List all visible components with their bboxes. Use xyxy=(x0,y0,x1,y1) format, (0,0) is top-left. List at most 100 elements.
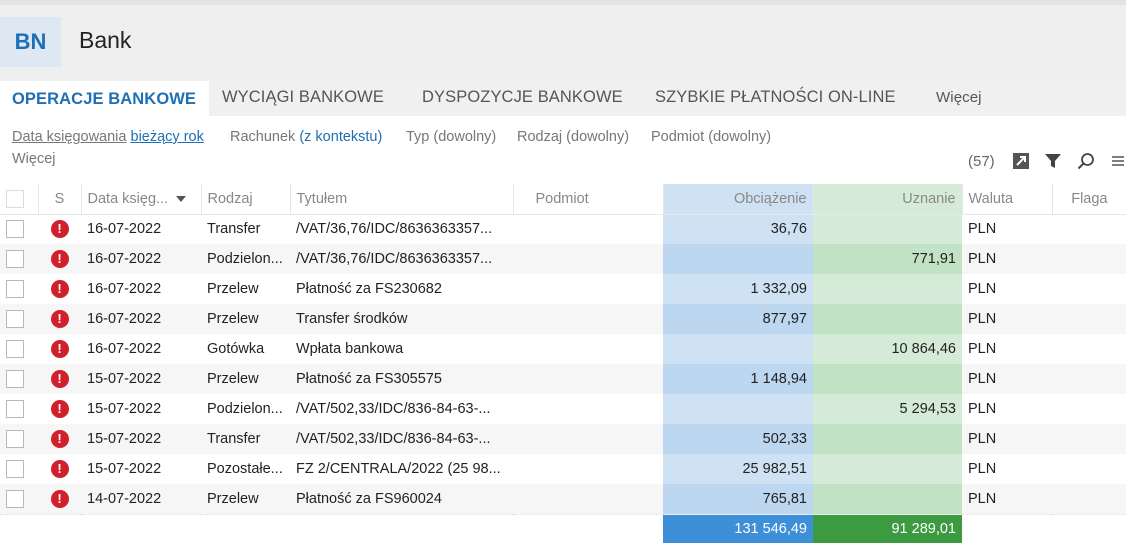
cell-checkbox[interactable] xyxy=(0,454,38,484)
cell-title: /VAT/502,33/IDC/836-84-63-... xyxy=(290,424,513,454)
cell-status: ! xyxy=(38,424,81,454)
search-icon[interactable] xyxy=(1076,151,1096,171)
cell-debit: 36,76 xyxy=(663,214,813,244)
tab-wyciagi-bankowe[interactable]: WYCIĄGI BANKOWE xyxy=(222,79,384,116)
table-row[interactable]: ! 16-07-2022 Gotówka Wpłata bankowa 10 864,4… xyxy=(0,334,1126,364)
cell-currency: PLN xyxy=(968,221,997,238)
row-checkbox[interactable] xyxy=(6,310,24,328)
row-checkbox[interactable] xyxy=(6,220,24,239)
cell-checkbox[interactable] xyxy=(0,274,38,304)
cell-checkbox[interactable] xyxy=(0,394,38,424)
cell-checkbox[interactable] xyxy=(0,214,38,244)
cell-date: 16-07-2022 xyxy=(87,221,162,238)
column-title[interactable]: Tytułem xyxy=(290,184,514,215)
cell-date: 14-07-2022 xyxy=(81,484,201,514)
filter-kind-value[interactable]: (dowolny) xyxy=(566,129,629,145)
menu-icon[interactable] xyxy=(1108,151,1126,171)
row-checkbox[interactable] xyxy=(6,460,24,478)
table-row[interactable]: ! 15-07-2022 Transfer/VAT/502,33/IDC/836-8… xyxy=(0,424,1126,454)
column-credit[interactable]: Uznanie xyxy=(813,184,963,215)
column-currency[interactable]: Waluta xyxy=(962,184,1053,215)
totals-row: 131 546,49 91 289,01 xyxy=(0,513,1126,543)
filter-kind[interactable]: Rodzaj (dowolny) xyxy=(517,129,629,145)
cell-currency: PLN xyxy=(968,401,997,417)
cell-checkbox[interactable] xyxy=(0,424,38,454)
table-row[interactable]: ! 16-07-2022 Podzielon.../VAT/36,76/IDC/86… xyxy=(0,244,1126,274)
row-checkbox[interactable] xyxy=(6,489,24,508)
tab-szybkie-platnosci[interactable]: SZYBKIE PŁATNOŚCI ON-LINE xyxy=(655,79,896,116)
cell-debit: 1 332,09 xyxy=(663,274,813,304)
cell-flag xyxy=(1052,304,1126,334)
filter-date-label: Data księgowania xyxy=(12,129,127,145)
table-row[interactable]: ! 16-07-2022 Przelew Płatność za FS230682 1 … xyxy=(0,274,1126,304)
tab-operacje-bankowe[interactable]: OPERACJE BANKOWE xyxy=(0,79,209,116)
tab-bar: OPERACJE BANKOWE WYCIĄGI BANKOWE DYSPOZY… xyxy=(0,79,1126,116)
export-icon[interactable] xyxy=(1011,151,1031,171)
cell-flag xyxy=(1052,364,1126,394)
filter-type-value[interactable]: (dowolny) xyxy=(433,129,496,145)
cell-title: /VAT/502,33/IDC/836-84-63-... xyxy=(296,401,491,417)
table-row[interactable]: ! 15-07-2022 Pozostałe... FZ 2/CENTRALA/202… xyxy=(0,454,1126,484)
column-flag[interactable]: Flaga xyxy=(1052,184,1126,215)
cell-flag xyxy=(1052,334,1126,364)
row-checkbox[interactable] xyxy=(6,280,24,298)
column-status[interactable]: S xyxy=(38,184,82,215)
column-debit[interactable]: Obciążenie xyxy=(663,184,814,215)
cell-flag xyxy=(1052,214,1126,244)
table-row[interactable]: ! 15-07-2022 Podzielon... /VAT/502,33/IDC/8… xyxy=(0,394,1126,424)
more-filters-link[interactable]: Więcej xyxy=(12,151,56,167)
app-badge[interactable]: BN xyxy=(0,17,61,67)
filter-account[interactable]: Rachunek (z kontekstu) xyxy=(230,129,382,145)
table-header: S Data księg... Rodzaj Tytułem Podmiot O… xyxy=(0,184,1126,215)
cell-date: 15-07-2022 xyxy=(87,401,162,417)
cell-flag xyxy=(1052,244,1126,274)
filter-date-value[interactable]: bieżący rok xyxy=(131,129,204,145)
cell-debit xyxy=(663,244,813,274)
filter-kind-label: Rodzaj xyxy=(517,129,563,145)
cell-status: ! xyxy=(38,304,81,334)
cell-checkbox[interactable] xyxy=(0,304,38,334)
row-checkbox[interactable] xyxy=(6,430,24,448)
cell-checkbox[interactable] xyxy=(0,244,38,274)
column-date[interactable]: Data księg... xyxy=(81,184,202,215)
filter-date[interactable]: Data księgowania bieżący rok xyxy=(12,129,204,145)
filter-icon[interactable] xyxy=(1043,151,1063,171)
filter-subject-value[interactable]: (dowolny) xyxy=(708,129,771,145)
cell-checkbox[interactable] xyxy=(0,484,38,514)
cell-subject xyxy=(513,244,663,274)
table-row[interactable]: ! 14-07-2022 Przelew Płatność za FS960024 76… xyxy=(0,484,1126,514)
error-icon: ! xyxy=(50,310,69,328)
cell-title: FZ 2/CENTRALA/2022 (25 98... xyxy=(296,461,501,477)
cell-title: Transfer środków xyxy=(290,304,513,334)
cell-debit: 25 982,51 xyxy=(663,454,813,484)
cell-status: ! xyxy=(38,454,81,484)
cell-subject xyxy=(513,334,663,364)
tab-more[interactable]: Więcej xyxy=(936,79,982,116)
record-count: (57) xyxy=(968,153,995,170)
tab-dyspozycje-bankowe[interactable]: DYSPOZYCJE BANKOWE xyxy=(422,79,623,116)
row-checkbox[interactable] xyxy=(6,400,24,418)
cell-checkbox[interactable] xyxy=(0,334,38,364)
cell-status: ! xyxy=(38,364,81,394)
filter-account-value[interactable]: (z kontekstu) xyxy=(299,129,382,145)
select-all-checkbox[interactable] xyxy=(0,184,39,215)
column-kind[interactable]: Rodzaj xyxy=(201,184,291,215)
table-row[interactable]: ! 16-07-2022 Przelew Transfer środków 877,97… xyxy=(0,304,1126,334)
row-checkbox[interactable] xyxy=(6,340,24,358)
column-subject[interactable]: Podmiot xyxy=(513,184,664,215)
filter-type[interactable]: Typ (dowolny) xyxy=(406,129,496,145)
row-checkbox[interactable] xyxy=(6,370,24,388)
cell-checkbox[interactable] xyxy=(0,364,38,394)
cell-kind: Przelew xyxy=(201,304,290,334)
cell-kind: Przelew xyxy=(201,364,290,394)
cell-flag xyxy=(1052,484,1126,514)
table-row[interactable]: ! 15-07-2022 Przelew Płatność za FS305575 1 … xyxy=(0,364,1126,394)
cell-subject xyxy=(513,274,663,304)
filter-subject[interactable]: Podmiot (dowolny) xyxy=(651,129,771,145)
cell-currency: PLN xyxy=(962,484,1052,514)
cell-debit: 765,81 xyxy=(663,484,813,514)
cell-credit xyxy=(813,364,962,394)
table-row[interactable]: ! 16-07-2022 Transfer/VAT/36,76/IDC/863636… xyxy=(0,214,1126,244)
total-debit: 131 546,49 xyxy=(663,513,813,543)
row-checkbox[interactable] xyxy=(6,250,24,268)
